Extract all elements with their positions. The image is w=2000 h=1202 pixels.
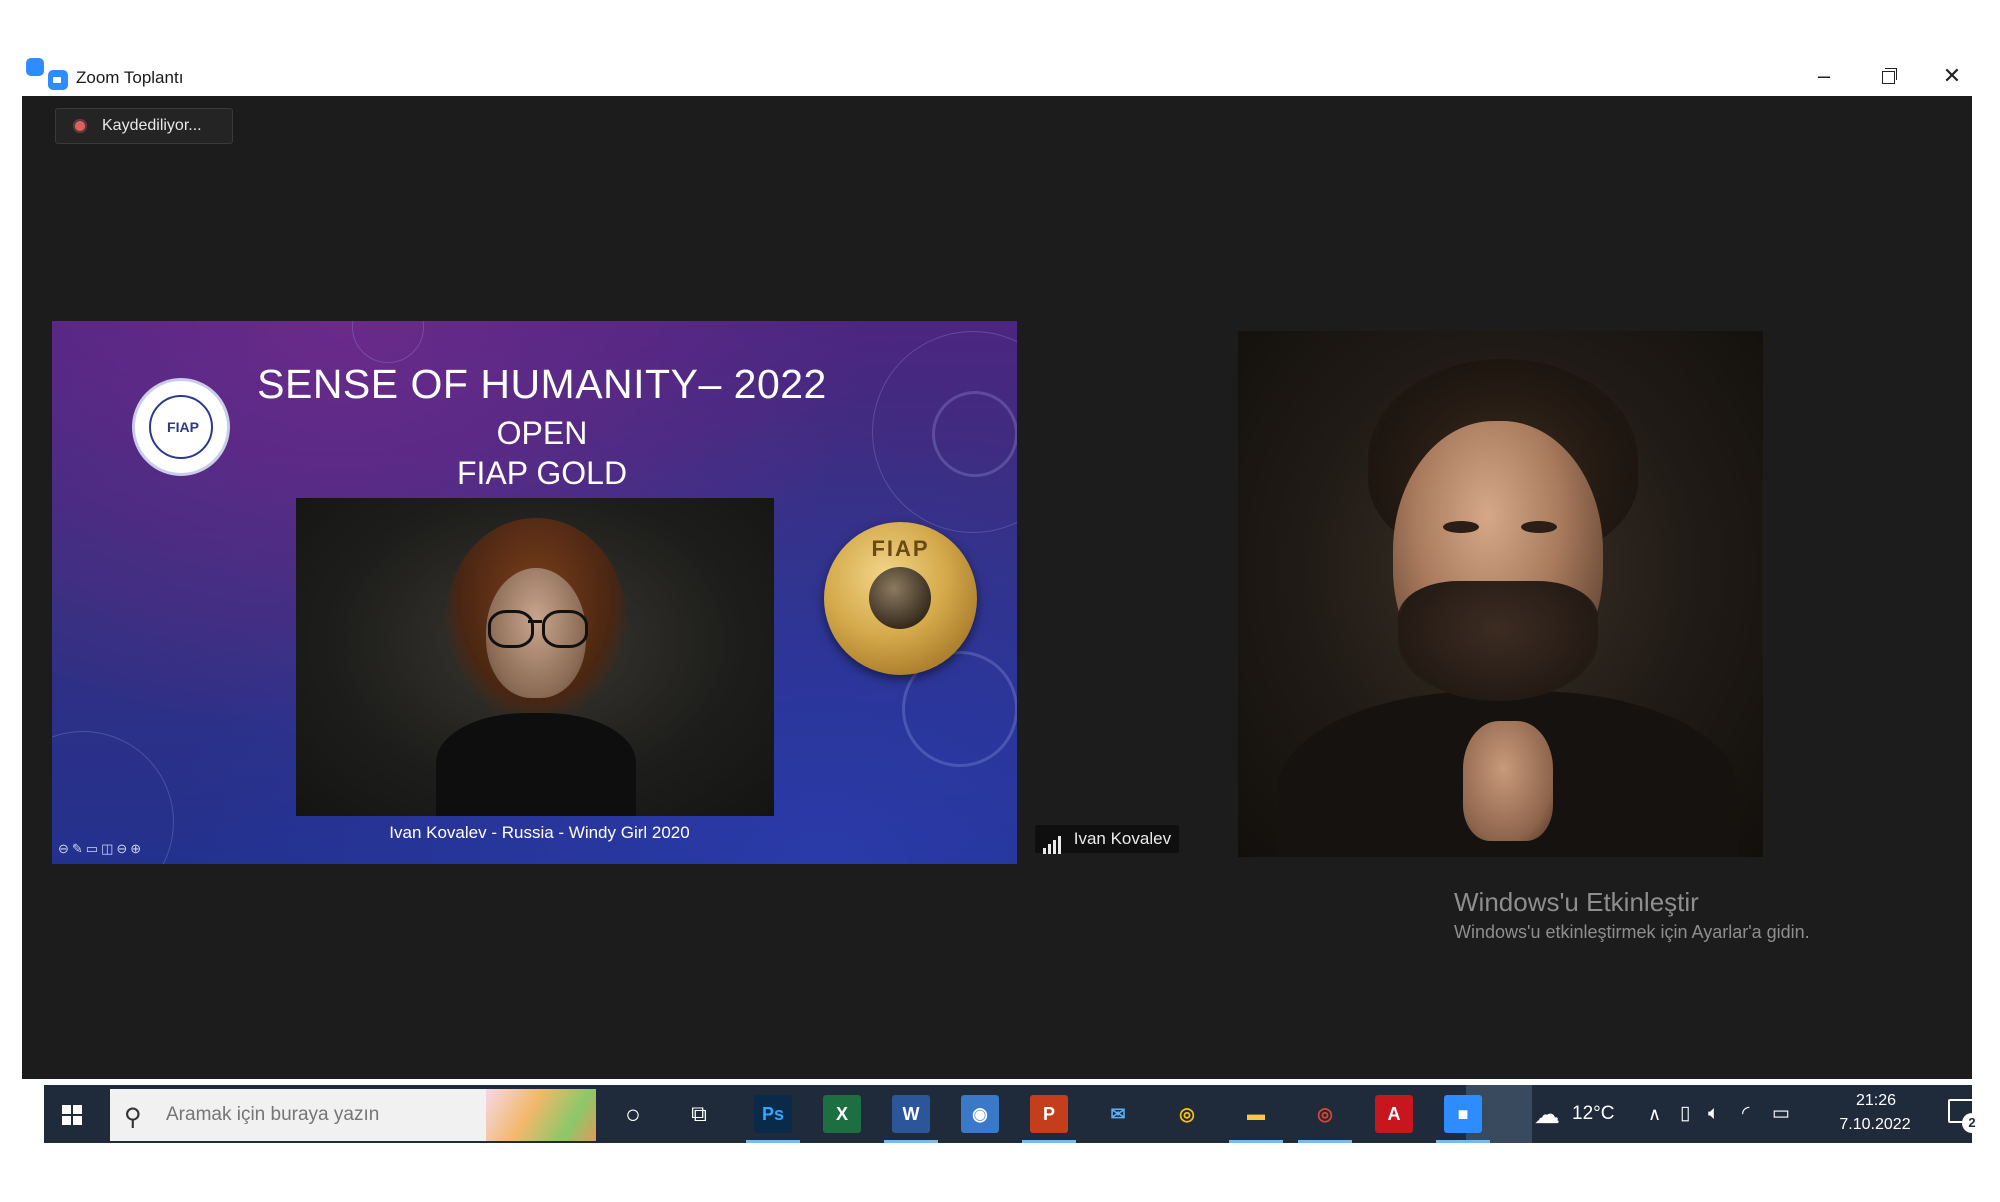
signal-strength-icon [1043,826,1063,854]
participant-video[interactable] [1238,331,1763,857]
zoom-app-icon [48,70,68,90]
photoshop-taskbar-icon[interactable]: Ps [754,1095,792,1133]
zoom-back-icon [26,58,44,76]
windows-logo-icon [73,1105,82,1114]
shared-slide[interactable]: FIAP SENSE OF HUMANITY– 2022 OPEN FIAP G… [52,321,1017,864]
decor-ring [932,391,1017,477]
award-photo [296,498,774,816]
search-input[interactable] [164,1099,488,1131]
zoom-taskbar-icon[interactable]: ■ [1444,1095,1482,1133]
powerpoint-taskbar-icon[interactable]: P [1030,1095,1068,1133]
chrome-profile-taskbar-icon[interactable]: ◎ [1306,1095,1344,1133]
weather-icon[interactable]: ☁ [1534,1085,1560,1143]
clock-time[interactable]: 21:26 [1836,1092,1916,1110]
video-eye-left [1443,521,1479,533]
medal-text: FIAP [871,536,930,561]
chevron-up-icon[interactable]: ∧ [1648,1085,1661,1143]
activation-watermark-subtitle: Windows'u etkinleştirmek için Ayarlar'a … [1454,922,1810,942]
search-highlight-art [486,1089,596,1141]
acrobat-taskbar-icon[interactable]: A [1375,1095,1413,1133]
notification-badge: 2 [1962,1113,1982,1133]
taskbar-search[interactable]: ⚲ [110,1089,596,1141]
decor-ring [352,321,424,363]
window-titlebar: Zoom Toplantı – ✕ [22,56,1972,96]
search-icon: ⚲ [124,1104,142,1131]
photo-glasses-right [542,610,588,648]
record-dot-icon [73,119,87,133]
weather-temp[interactable]: 12°C [1572,1085,1614,1143]
clock-date[interactable]: 7.10.2022 [1820,1116,1930,1134]
fiap-gold-medal: FIAP [824,522,977,675]
windows-logo-icon [73,1116,82,1125]
slide-subtitle-open: OPEN [496,415,588,451]
network-taskbar-icon[interactable]: ◉ [961,1095,999,1133]
active-app-indicator [1436,1140,1490,1143]
word-taskbar-icon[interactable]: W [892,1095,930,1133]
start-button[interactable] [62,1105,82,1125]
restore-button[interactable] [1866,60,1910,92]
wifi-icon[interactable]: ◜ [1742,1085,1749,1143]
active-app-indicator [1229,1140,1283,1143]
volume-icon[interactable]: 🔈︎ [1708,1085,1719,1143]
mail-taskbar-icon[interactable]: ✉ [1099,1095,1137,1133]
chrome-taskbar-icon[interactable]: ◎ [1168,1095,1206,1133]
photo-caption: Ivan Kovalev - Russia - Windy Girl 2020 [389,823,690,842]
active-app-indicator [1022,1140,1076,1143]
video-hand [1463,721,1553,841]
window-title: Zoom Toplantı [76,68,184,87]
battery-icon[interactable]: ▭ [1772,1085,1790,1143]
video-eye-right [1521,521,1557,533]
excel-taskbar-icon[interactable]: X [823,1095,861,1133]
slide-title: SENSE OF HUMANITY– 2022 [257,361,827,407]
cortana-icon[interactable]: ○ [614,1095,652,1133]
recording-indicator[interactable]: Kaydediliyor... [55,108,233,144]
photo-glasses-bridge [528,620,542,623]
minimize-button[interactable]: – [1802,60,1846,92]
close-button[interactable]: ✕ [1930,60,1974,92]
video-beard [1398,581,1598,701]
taskbar: ⚲ ○ ⧉ Ps XW ◉ P ✉ ◎ ▬ ◎ A ■ ☁ 12°C ∧ ▯ 🔈︎ ◜ ▭ 21:… [44,1085,1982,1143]
activation-watermark-title: Windows'u Etkinleştir [1454,887,1699,917]
task-view-icon[interactable]: ⧉ [680,1095,718,1133]
slide-toolbar[interactable]: ⊖✎▭◫⊖⊕ [58,841,144,857]
photo-body [436,713,636,816]
active-app-indicator [746,1140,800,1143]
file-explorer-taskbar-icon[interactable]: ▬ [1237,1095,1275,1133]
active-app-indicator [1298,1140,1352,1143]
recording-label: Kaydediliyor... [102,117,202,134]
usb-icon[interactable]: ▯ [1680,1085,1690,1143]
slide-subtitle-award: FIAP GOLD [456,455,628,491]
photo-glasses-left [488,610,534,648]
participant-name-tag: Ivan Kovalev [1035,825,1180,854]
active-app-indicator [884,1140,938,1143]
windows-logo-icon [62,1105,71,1114]
medal-globe-icon [869,567,931,629]
restore-icon [1882,71,1895,84]
windows-logo-icon [62,1116,71,1125]
participant-name: Ivan Kovalev [1073,829,1172,848]
